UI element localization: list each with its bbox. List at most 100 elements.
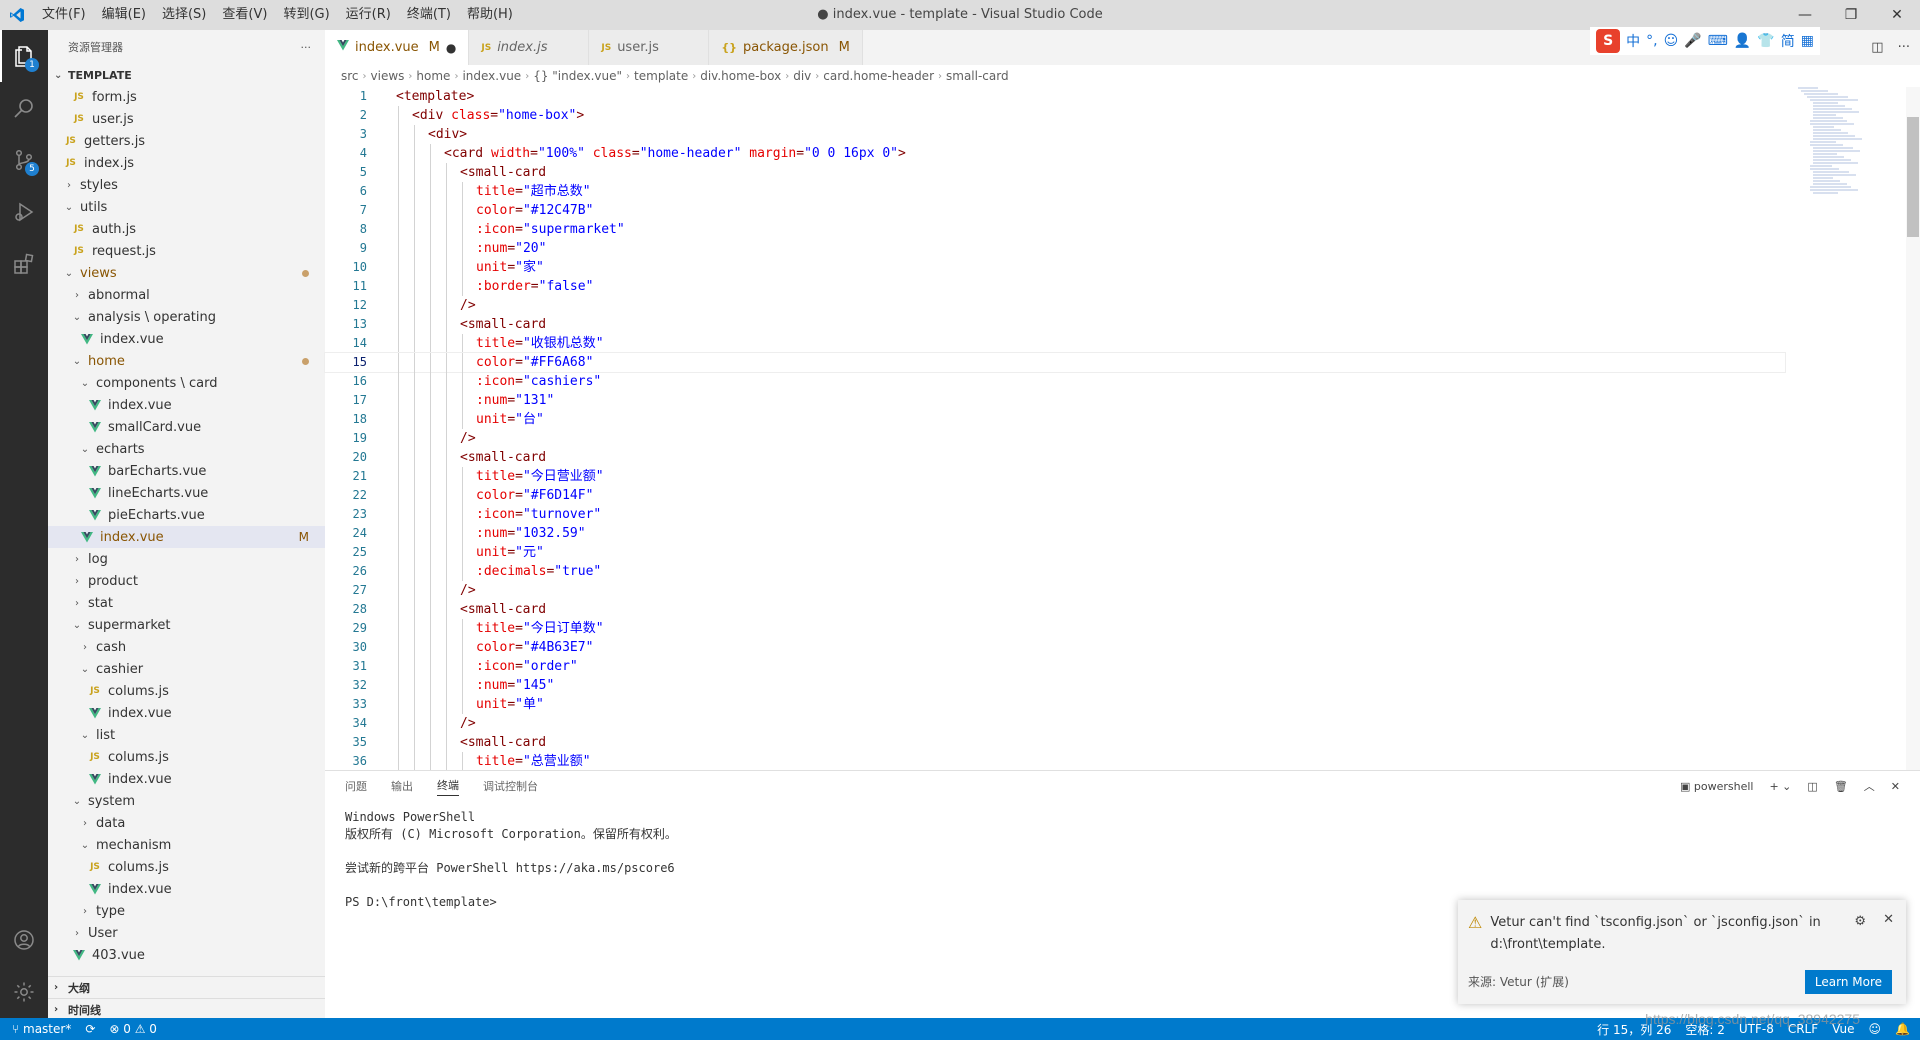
tree-item[interactable]: index.vue bbox=[48, 328, 325, 350]
breadcrumb-item[interactable]: index.vue bbox=[462, 69, 521, 83]
tree-item[interactable]: › User bbox=[48, 922, 325, 944]
editor-tab[interactable]: index.vue M ● bbox=[325, 30, 470, 65]
tree-item[interactable]: ⌄ list bbox=[48, 724, 325, 746]
menu-item[interactable]: 编辑(E) bbox=[94, 0, 154, 30]
tree-item[interactable]: JS request.js bbox=[48, 240, 325, 262]
tree-item[interactable]: index.vue bbox=[48, 702, 325, 724]
ime-item[interactable]: 中 bbox=[1626, 31, 1640, 51]
manage-gear-icon[interactable] bbox=[0, 966, 48, 1018]
learn-more-button[interactable]: Learn More bbox=[1804, 970, 1892, 994]
menu-item[interactable]: 选择(S) bbox=[154, 0, 214, 30]
breadcrumb-item[interactable]: template bbox=[634, 69, 688, 83]
tree-item[interactable]: ⌄ cashier bbox=[48, 658, 325, 680]
menu-item[interactable]: 转到(G) bbox=[275, 0, 337, 30]
breadcrumb-item[interactable]: div.home-box bbox=[700, 69, 781, 83]
sync-icon[interactable]: ⟳ bbox=[85, 1022, 95, 1036]
timeline-section[interactable]: › 时间线 bbox=[48, 998, 325, 1018]
tree-item[interactable]: › product bbox=[48, 570, 325, 592]
tree-item[interactable]: › data bbox=[48, 812, 325, 834]
minimize-button[interactable]: — bbox=[1782, 0, 1828, 30]
close-panel-icon[interactable]: ✕ bbox=[1891, 780, 1900, 793]
tree-item[interactable]: JS getters.js bbox=[48, 130, 325, 152]
code-editor[interactable]: 1 <template> 2 <div class="home-box"> 3 <div>… bbox=[324, 87, 1786, 771]
tree-item[interactable]: index.vue bbox=[48, 878, 325, 900]
breadcrumb-item[interactable]: views bbox=[371, 69, 405, 83]
problems-status[interactable]: ⊗ 0 ⚠ 0 bbox=[109, 1022, 157, 1036]
editor-tab[interactable]: JS user.js bbox=[589, 30, 710, 65]
tree-item[interactable]: JS colums.js bbox=[48, 856, 325, 878]
tree-item[interactable]: smallCard.vue bbox=[48, 416, 325, 438]
ime-user-icon[interactable]: 👤 bbox=[1734, 33, 1751, 49]
tree-item[interactable]: ⌄ utils bbox=[48, 196, 325, 218]
tree-item[interactable]: JS colums.js bbox=[48, 680, 325, 702]
account-icon[interactable] bbox=[0, 914, 48, 966]
panel-tab[interactable]: 终端 bbox=[437, 777, 459, 796]
ime-item[interactable]: 简 bbox=[1781, 31, 1795, 51]
notification-close-icon[interactable]: ✕ bbox=[1883, 912, 1894, 927]
tree-item[interactable]: › log bbox=[48, 548, 325, 570]
search-icon[interactable] bbox=[0, 82, 48, 134]
notification-gear-icon[interactable]: ⚙ bbox=[1854, 914, 1866, 929]
tree-item[interactable]: barEcharts.vue bbox=[48, 460, 325, 482]
more-actions-icon[interactable]: ··· bbox=[301, 41, 312, 54]
tree-item[interactable]: 403.vue bbox=[48, 944, 325, 966]
maximize-button[interactable]: ❐ bbox=[1828, 0, 1874, 30]
tree-item[interactable]: JS user.js bbox=[48, 108, 325, 130]
panel-tab[interactable]: 调试控制台 bbox=[483, 778, 538, 794]
close-window-button[interactable]: ✕ bbox=[1874, 0, 1920, 30]
tree-item[interactable]: pieEcharts.vue bbox=[48, 504, 325, 526]
tree-item[interactable]: ⌄ supermarket bbox=[48, 614, 325, 636]
tree-item[interactable]: JS colums.js bbox=[48, 746, 325, 768]
menu-item[interactable]: 文件(F) bbox=[34, 0, 94, 30]
tree-item[interactable]: › abnormal bbox=[48, 284, 325, 306]
source-control-icon[interactable]: 5 bbox=[0, 134, 48, 186]
tree-item[interactable]: index.vue bbox=[48, 768, 325, 790]
breadcrumb-item[interactable]: small-card bbox=[946, 69, 1009, 83]
tree-item[interactable]: lineEcharts.vue bbox=[48, 482, 325, 504]
ime-keyboard-icon[interactable]: ⌨ bbox=[1708, 33, 1728, 49]
ime-grid-icon[interactable]: ▦ bbox=[1801, 33, 1814, 49]
tree-item[interactable]: ⌄ home bbox=[48, 350, 325, 372]
breadcrumb-item[interactable]: home bbox=[416, 69, 450, 83]
editor-tab[interactable]: JS index.js bbox=[469, 30, 590, 65]
tree-item[interactable]: index.vue M bbox=[48, 526, 325, 548]
panel-tab[interactable]: 输出 bbox=[391, 778, 413, 794]
feedback-icon[interactable]: ☺ bbox=[1869, 1022, 1882, 1036]
tree-item[interactable]: index.vue bbox=[48, 394, 325, 416]
vscode-logo-icon[interactable] bbox=[0, 0, 34, 30]
menu-item[interactable]: 帮助(H) bbox=[459, 0, 521, 30]
breadcrumb-item[interactable]: card.home-header bbox=[823, 69, 934, 83]
menu-item[interactable]: 运行(R) bbox=[338, 0, 399, 30]
editor-scrollbar[interactable] bbox=[1906, 87, 1920, 770]
split-terminal-icon[interactable]: ◫ bbox=[1807, 780, 1817, 793]
tree-item[interactable]: JS form.js bbox=[48, 86, 325, 108]
new-terminal-icon[interactable]: + ⌄ bbox=[1769, 780, 1791, 793]
tree-item[interactable]: ⌄ system bbox=[48, 790, 325, 812]
maximize-panel-icon[interactable]: ︿ bbox=[1864, 778, 1875, 794]
explorer-icon[interactable]: 1 bbox=[0, 30, 48, 82]
tree-item[interactable]: › styles bbox=[48, 174, 325, 196]
branch-status[interactable]: ⑂ master* bbox=[12, 1022, 71, 1036]
ime-emoji-icon[interactable]: ☺ bbox=[1664, 33, 1679, 49]
menu-item[interactable]: 查看(V) bbox=[214, 0, 275, 30]
panel-tab[interactable]: 问题 bbox=[345, 778, 367, 794]
breadcrumb-item[interactable]: div bbox=[793, 69, 811, 83]
ime-skin-icon[interactable]: 👕 bbox=[1757, 33, 1774, 49]
menu-item[interactable]: 终端(T) bbox=[399, 0, 459, 30]
outline-section[interactable]: › 大纲 bbox=[48, 976, 325, 998]
editor-tab[interactable]: {} package.json M bbox=[709, 30, 863, 65]
scrollbar-thumb[interactable] bbox=[1907, 117, 1919, 237]
ime-item[interactable]: °, bbox=[1646, 33, 1657, 49]
tree-item[interactable]: ⌄ echarts bbox=[48, 438, 325, 460]
notifications-bell-icon[interactable]: 🔔 bbox=[1895, 1022, 1910, 1036]
split-editor-icon[interactable]: ◫ bbox=[1871, 40, 1883, 55]
unsaved-dot-icon[interactable]: ● bbox=[446, 41, 456, 55]
tree-item[interactable]: › type bbox=[48, 900, 325, 922]
extensions-icon[interactable] bbox=[0, 238, 48, 290]
tree-item[interactable]: ⌄ analysis \ operating bbox=[48, 306, 325, 328]
more-actions-icon[interactable]: ··· bbox=[1898, 40, 1910, 55]
tree-item[interactable]: › stat bbox=[48, 592, 325, 614]
tree-item[interactable]: JS index.js bbox=[48, 152, 325, 174]
ime-mic-icon[interactable]: 🎤 bbox=[1684, 33, 1701, 49]
kill-terminal-icon[interactable]: 🗑 bbox=[1834, 780, 1848, 793]
